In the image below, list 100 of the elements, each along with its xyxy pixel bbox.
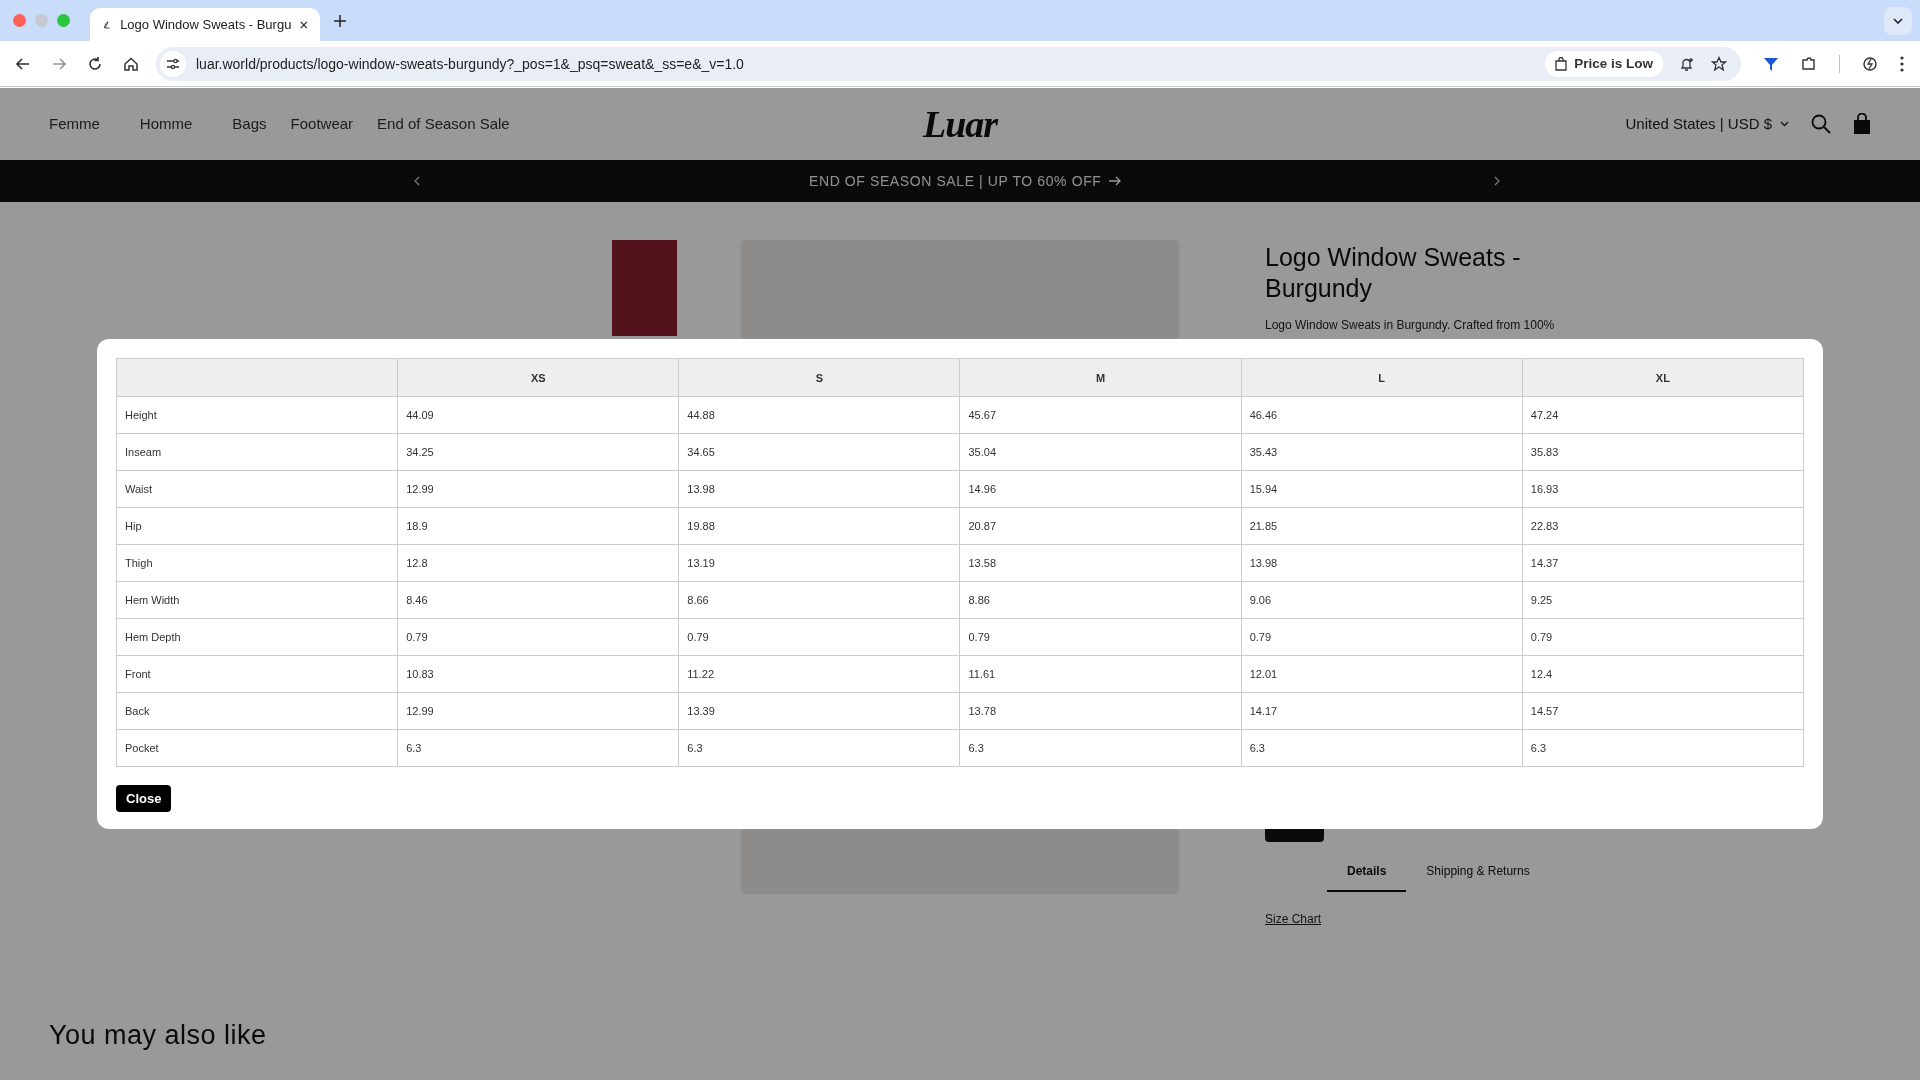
table-cell: 13.58 bbox=[959, 544, 1242, 582]
forward-icon[interactable] bbox=[52, 57, 66, 70]
table-cell: Back bbox=[116, 692, 398, 730]
table-cell: 8.46 bbox=[397, 581, 679, 619]
table-cell: 44.88 bbox=[678, 396, 960, 434]
tab-title: Logo Window Sweats - Burgu bbox=[120, 17, 292, 32]
shopping-bag-icon[interactable] bbox=[1853, 113, 1871, 134]
announcement-text[interactable]: END OF SEASON SALE | UP TO 60% OFF bbox=[809, 173, 1102, 189]
new-tab-icon[interactable] bbox=[334, 14, 346, 27]
site-settings-icon[interactable] bbox=[160, 50, 186, 77]
nav-link[interactable]: Homme bbox=[139, 115, 193, 132]
table-cell: 14.57 bbox=[1522, 692, 1804, 730]
close-button[interactable]: Close bbox=[116, 785, 172, 812]
table-cell: 0.79 bbox=[1241, 618, 1523, 656]
shopping-bag-icon bbox=[1555, 56, 1568, 71]
table-cell: 19.88 bbox=[678, 507, 960, 545]
more-menu-icon[interactable] bbox=[1900, 55, 1904, 72]
table-cell: Thigh bbox=[116, 544, 398, 582]
bell-plus-icon[interactable] bbox=[1679, 55, 1695, 72]
table-cell: 6.3 bbox=[1241, 729, 1523, 767]
table-cell: 34.25 bbox=[397, 433, 679, 471]
table-cell: Waist bbox=[116, 470, 398, 508]
table-cell: 35.04 bbox=[959, 433, 1242, 471]
table-header-cell: XS bbox=[397, 358, 679, 397]
address-bar[interactable]: luar.world/products/logo-window-sweats-burgundy?_pos=1&_psq=sweat&_ss=e&_v=1.0 Price is Low bbox=[156, 46, 1741, 81]
section-heading: You may also like bbox=[49, 1020, 268, 1051]
table-cell: 8.66 bbox=[678, 581, 960, 619]
table-cell: 11.61 bbox=[959, 655, 1242, 693]
favicon-icon bbox=[102, 18, 112, 31]
table-header-cell: S bbox=[678, 358, 960, 397]
table-cell: 13.39 bbox=[678, 692, 960, 730]
thumbnail-photo-placeholder[interactable] bbox=[612, 240, 677, 336]
bookmark-star-icon[interactable] bbox=[1711, 55, 1727, 72]
table-cell: 20.87 bbox=[959, 507, 1242, 545]
table-cell: 12.01 bbox=[1241, 655, 1523, 693]
table-cell: 15.94 bbox=[1241, 470, 1523, 508]
table-cell: 6.3 bbox=[1522, 729, 1804, 767]
size-chart-link[interactable]: Size Chart bbox=[1265, 912, 1322, 926]
table-cell: 46.46 bbox=[1241, 396, 1523, 434]
table-cell: Inseam bbox=[116, 433, 398, 471]
table-header-cell: M bbox=[959, 358, 1242, 397]
table-cell: 0.79 bbox=[1522, 618, 1804, 656]
nav-link[interactable]: Bags bbox=[232, 115, 267, 132]
table-cell: 35.43 bbox=[1241, 433, 1523, 471]
nav-link[interactable]: End of Season Sale bbox=[377, 115, 510, 132]
table-cell: 45.67 bbox=[959, 396, 1242, 434]
table-cell: 9.06 bbox=[1241, 581, 1523, 619]
table-cell: Hip bbox=[116, 507, 398, 545]
currency-selector[interactable]: United States | USD $ bbox=[1625, 115, 1789, 132]
table-cell: 14.96 bbox=[959, 470, 1242, 508]
table-cell: Height bbox=[116, 396, 398, 434]
table-cell: 14.17 bbox=[1241, 692, 1523, 730]
table-cell: 16.93 bbox=[1522, 470, 1804, 508]
table-cell: 12.99 bbox=[397, 470, 679, 508]
table-cell: 22.83 bbox=[1522, 507, 1804, 545]
tab-search-button[interactable] bbox=[1884, 6, 1912, 35]
table-cell: 14.37 bbox=[1522, 544, 1804, 582]
table-cell: 6.3 bbox=[397, 729, 679, 767]
arrow-right-icon bbox=[1109, 176, 1122, 186]
table-cell: 13.98 bbox=[1241, 544, 1523, 582]
table-cell: 35.83 bbox=[1522, 433, 1804, 471]
table-cell: 0.79 bbox=[397, 618, 679, 656]
url-text: luar.world/products/logo-window-sweats-burgundy?_pos=1&_psq=sweat&_ss=e&_v=1.0 bbox=[196, 55, 744, 72]
table-cell: Pocket bbox=[116, 729, 398, 767]
table-cell: 18.9 bbox=[397, 507, 679, 545]
table-cell: 13.78 bbox=[959, 692, 1242, 730]
table-header-cell: L bbox=[1241, 358, 1523, 397]
reload-icon[interactable] bbox=[88, 56, 102, 71]
brand-logo[interactable]: Luar bbox=[922, 101, 998, 146]
table-cell: Front bbox=[116, 655, 398, 693]
price-chip[interactable]: Price is Low bbox=[1545, 50, 1663, 77]
back-icon[interactable] bbox=[16, 57, 30, 70]
browser-tab[interactable]: Logo Window Sweats - Burgu bbox=[90, 8, 320, 41]
close-tab-icon[interactable] bbox=[300, 19, 308, 30]
previous-icon[interactable] bbox=[414, 176, 420, 186]
chevron-down-icon bbox=[1780, 120, 1789, 127]
table-cell: 0.79 bbox=[678, 618, 960, 656]
table-header-cell: XL bbox=[1522, 358, 1804, 397]
nav-link[interactable]: Footwear bbox=[290, 115, 354, 132]
table-cell: 12.4 bbox=[1522, 655, 1804, 693]
product-tab[interactable]: Details bbox=[1327, 854, 1407, 892]
funnel-extension-icon[interactable] bbox=[1763, 55, 1779, 72]
table-cell: 6.3 bbox=[678, 729, 960, 767]
nav-link[interactable]: Femme bbox=[49, 115, 100, 132]
table-cell: 13.98 bbox=[678, 470, 960, 508]
next-icon[interactable] bbox=[1494, 176, 1500, 186]
table-cell: 13.19 bbox=[678, 544, 960, 582]
table-cell: 44.09 bbox=[397, 396, 679, 434]
table-cell: 8.86 bbox=[959, 581, 1242, 619]
product-tab[interactable]: Shipping & Returns bbox=[1406, 854, 1550, 892]
table-cell: 0.79 bbox=[959, 618, 1242, 656]
chevron-down-icon bbox=[1893, 17, 1903, 24]
table-cell: 10.83 bbox=[397, 655, 679, 693]
table-cell: 12.99 bbox=[397, 692, 679, 730]
table-cell: Hem Depth bbox=[116, 618, 398, 656]
table-cell: 21.85 bbox=[1241, 507, 1523, 545]
search-icon[interactable] bbox=[1811, 113, 1831, 134]
product-description: Logo Window Sweats in Burgundy. Crafted from 100% bbox=[1265, 318, 1556, 332]
product-title: Logo Window Sweats - Burgundy bbox=[1265, 242, 1522, 304]
home-icon[interactable] bbox=[124, 56, 138, 71]
